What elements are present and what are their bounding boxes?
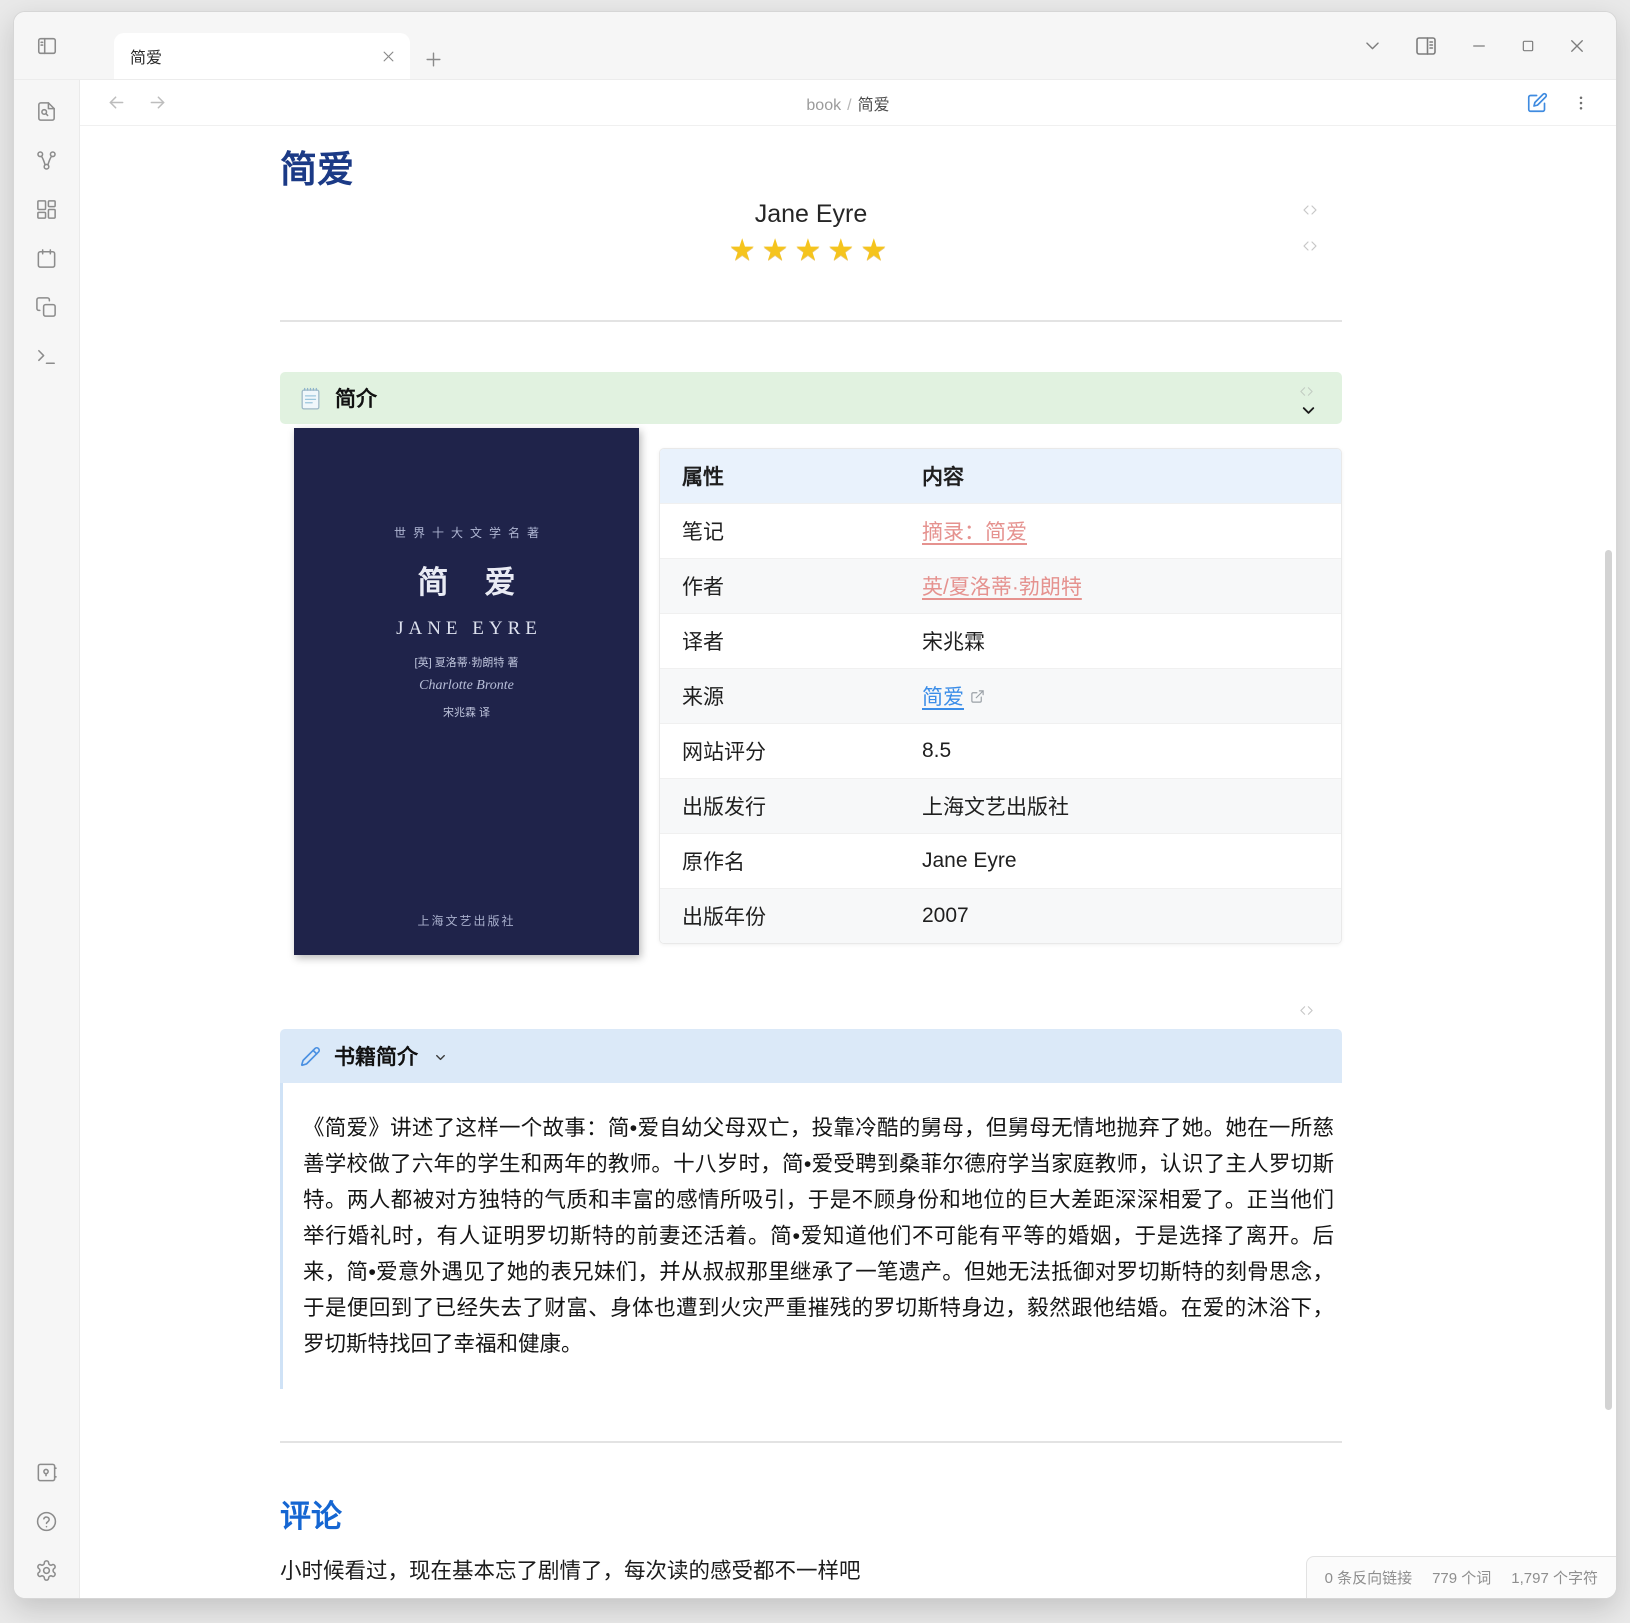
right-sidebar-toggle-icon[interactable] [1414, 34, 1438, 58]
close-window-icon[interactable] [1568, 37, 1586, 55]
intro-callout-body: 世界十大文学名著 简爱 JANE EYRE [英] 夏洛蒂·勃朗特 著 Char… [280, 424, 1342, 977]
cover-author: [英] 夏洛蒂·勃朗特 著 [294, 654, 639, 670]
edit-mode-toggle-icon[interactable] [1527, 92, 1548, 113]
table-row: 来源 简爱 [660, 669, 1341, 724]
new-tab-icon[interactable] [424, 50, 443, 69]
tab-bar: 简爱 [80, 12, 1363, 79]
left-sidebar-toggle-icon[interactable] [36, 35, 58, 57]
editor-pane: book / 简爱 简爱 Jane Eyre ★★★★★ [80, 80, 1616, 1598]
notepad-icon [298, 386, 323, 411]
edit-code-icon[interactable] [1302, 202, 1318, 218]
table-header-row: 属性 内容 [660, 449, 1341, 504]
intro-callout: 简介 世界十大文学名著 [280, 372, 1342, 977]
tab-list-chevron-icon[interactable] [1363, 36, 1382, 55]
breadcrumb-folder[interactable]: book [806, 97, 841, 114]
author-link[interactable]: 英/夏洛蒂·勃朗特 [922, 576, 1082, 599]
settings-gear-icon[interactable] [35, 1559, 58, 1582]
calendar-icon[interactable] [35, 247, 58, 270]
editor-header: book / 简爱 [80, 80, 1616, 126]
cover-author-en: Charlotte Bronte [294, 678, 639, 694]
tab-close-icon[interactable] [381, 49, 396, 64]
graph-view-icon[interactable] [35, 149, 58, 172]
table-row: 网站评分 8.5 [660, 724, 1341, 779]
divider [280, 1441, 1342, 1443]
col-header-content: 内容 [900, 449, 1341, 504]
edit-code-icon[interactable] [1299, 384, 1314, 399]
tab-active[interactable]: 简爱 [114, 33, 410, 79]
summary-callout-title: 书籍简介 [334, 1041, 418, 1071]
intro-callout-title: 简介 [335, 383, 377, 413]
more-options-icon[interactable] [1572, 94, 1590, 112]
cover-title-en: JANE EYRE [294, 618, 639, 640]
status-bar: 0 条反向链接 779 个词 1,797 个字符 [1306, 1556, 1616, 1598]
source-link[interactable]: 简爱 [922, 681, 964, 711]
vault-switcher-icon[interactable] [35, 1461, 58, 1484]
edit-code-icon[interactable] [1302, 238, 1318, 254]
window-controls [1363, 12, 1616, 79]
cover-translator: 宋兆霖 译 [294, 704, 639, 720]
table-row: 译者 宋兆霖 [660, 614, 1341, 669]
file-search-icon[interactable] [35, 100, 58, 123]
word-count: 779 个词 [1432, 1567, 1491, 1588]
copy-icon[interactable] [35, 296, 58, 319]
terminal-icon[interactable] [35, 345, 58, 368]
edit-code-icon[interactable] [1299, 1003, 1314, 1018]
maximize-icon[interactable] [1520, 38, 1536, 54]
star-rating: ★★★★★ [280, 233, 1342, 268]
titlebar: 简爱 [14, 12, 1616, 80]
forward-arrow-icon[interactable] [147, 92, 168, 113]
table-row: 出版年份 2007 [660, 889, 1341, 944]
external-link-icon[interactable] [970, 689, 985, 704]
minimize-icon[interactable] [1470, 37, 1488, 55]
backlinks-count[interactable]: 0 条反向链接 [1325, 1567, 1413, 1588]
properties-table: 属性 内容 笔记 摘录：简爱 [659, 448, 1342, 944]
breadcrumb-separator: / [847, 97, 851, 114]
app-window: 简爱 [13, 11, 1617, 1599]
tab-title: 简爱 [130, 44, 381, 68]
help-icon[interactable] [35, 1510, 58, 1533]
table-row: 作者 英/夏洛蒂·勃朗特 [660, 559, 1341, 614]
note-link[interactable]: 摘录：简爱 [922, 521, 1027, 544]
chevron-down-icon[interactable] [1299, 401, 1318, 420]
comments-heading: 评论 [280, 1491, 1342, 1536]
breadcrumb[interactable]: book / 简爱 [326, 91, 1370, 115]
book-subtitle: Jane Eyre [280, 200, 1342, 229]
page-title: 简爱 [280, 148, 1342, 192]
summary-text: 《简爱》讲述了这样一个故事：简•爱自幼父母双亡，投靠冷酷的舅母，但舅母无情地抛弃… [280, 1083, 1342, 1389]
intro-callout-header[interactable]: 简介 [280, 372, 1342, 424]
divider [280, 320, 1342, 322]
back-arrow-icon[interactable] [106, 92, 127, 113]
canvas-icon[interactable] [35, 198, 58, 221]
cover-publisher: 上海文艺出版社 [294, 912, 639, 929]
note-content: 简爱 Jane Eyre ★★★★★ [80, 126, 1616, 1598]
table-row: 笔记 摘录：简爱 [660, 504, 1341, 559]
vertical-scrollbar[interactable] [1605, 550, 1612, 1410]
table-row: 原作名 Jane Eyre [660, 834, 1341, 889]
comment-text: 小时候看过，现在基本忘了剧情了，每次读的感受都不一样吧 [280, 1554, 1342, 1585]
breadcrumb-file[interactable]: 简爱 [858, 97, 890, 114]
book-cover-image: 世界十大文学名著 简爱 JANE EYRE [英] 夏洛蒂·勃朗特 著 Char… [294, 428, 639, 955]
summary-callout: 书籍简介 《简爱》讲述了这样一个故事：简•爱自幼父母双亡，投靠冷酷的舅母，但舅母… [280, 1029, 1342, 1389]
pencil-icon [300, 1046, 321, 1067]
col-header-property: 属性 [660, 449, 900, 504]
summary-callout-header[interactable]: 书籍简介 [280, 1029, 1342, 1083]
char-count: 1,797 个字符 [1511, 1567, 1598, 1588]
left-ribbon [14, 80, 80, 1598]
cover-title: 简爱 [294, 557, 639, 602]
chevron-down-icon[interactable] [433, 1050, 448, 1065]
table-row: 出版发行 上海文艺出版社 [660, 779, 1341, 834]
cover-series-label: 世界十大文学名著 [294, 524, 639, 541]
